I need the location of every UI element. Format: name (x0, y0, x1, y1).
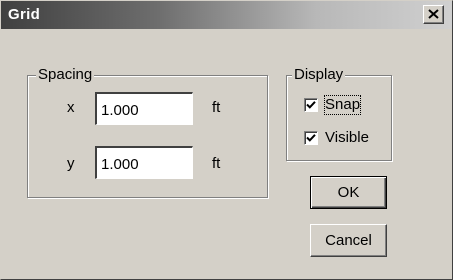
visible-checkbox[interactable] (304, 131, 318, 145)
ok-button-label: OK (337, 184, 360, 201)
y-spacing-input[interactable] (95, 146, 193, 179)
cancel-button-label: Cancel (325, 232, 372, 249)
title-bar[interactable]: Grid (1, 1, 452, 29)
y-unit-label: ft (212, 155, 221, 172)
checkmark-icon (306, 134, 316, 142)
dialog-title: Grid (8, 6, 41, 23)
snap-checkbox-row[interactable]: Snap (304, 95, 384, 116)
display-legend: Display (292, 66, 346, 84)
y-label: y (67, 155, 75, 172)
ok-button[interactable]: OK (310, 176, 387, 209)
snap-checkbox-label[interactable]: Snap (323, 95, 362, 115)
visible-checkbox-label[interactable]: Visible (325, 129, 369, 147)
x-spacing-input[interactable] (95, 92, 193, 125)
close-button[interactable] (423, 5, 444, 24)
snap-checkbox[interactable] (304, 98, 318, 112)
x-unit-label: ft (212, 99, 221, 116)
visible-checkbox-row[interactable]: Visible (304, 129, 389, 149)
cancel-button[interactable]: Cancel (310, 224, 387, 257)
grid-dialog: Grid Spacing x ft y ft Display Snap (0, 0, 453, 280)
close-icon (428, 6, 439, 23)
spacing-legend: Spacing (36, 66, 95, 84)
x-label: x (67, 99, 75, 116)
checkmark-icon (306, 101, 316, 109)
